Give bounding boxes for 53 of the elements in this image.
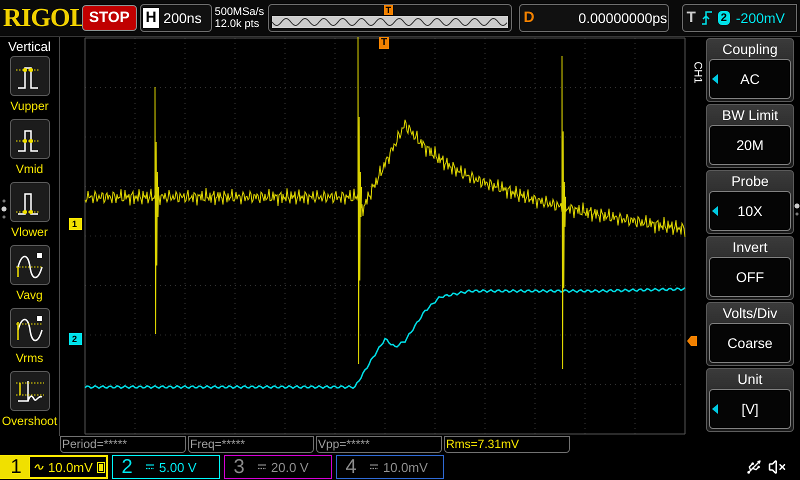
memory-depth: 12.0k pts bbox=[214, 18, 260, 30]
channel-marker[interactable]: 2 bbox=[69, 333, 82, 346]
delay-label: D bbox=[524, 8, 534, 28]
channel-status[interactable]: 1 10.0mV bbox=[0, 455, 108, 480]
menu-softkey[interactable]: Unit [V] bbox=[706, 368, 794, 432]
dc-coupling-icon bbox=[257, 464, 267, 470]
menu-softkey[interactable]: Probe 10X bbox=[706, 170, 794, 234]
delay-value: 0.00000000ps bbox=[578, 8, 668, 28]
measurement-readout: Freq=***** bbox=[188, 436, 314, 454]
trigger-level-marker[interactable] bbox=[687, 336, 697, 346]
timebase-value: 200ns bbox=[163, 8, 202, 28]
measurement-readout: Vpp=***** bbox=[316, 436, 442, 454]
measure-item[interactable]: Vavg bbox=[0, 245, 60, 306]
menu-softkey[interactable]: Coupling AC bbox=[706, 38, 794, 102]
measure-item[interactable]: Overshoot bbox=[0, 371, 60, 432]
trigger-label: T bbox=[686, 8, 696, 28]
channel-scale: 20.0 V bbox=[271, 460, 309, 474]
measure-item[interactable]: Vrms bbox=[0, 308, 60, 368]
menu-softkey[interactable]: BW Limit 20M bbox=[706, 104, 794, 168]
channel-number: 3 bbox=[232, 456, 246, 478]
page-indicator-icon bbox=[1, 198, 7, 220]
run-stop-status[interactable]: STOP bbox=[82, 5, 137, 32]
dc-coupling-icon bbox=[369, 464, 379, 470]
menu-softkey[interactable]: Invert OFF bbox=[706, 236, 794, 300]
channel-scale: 10.0mV bbox=[383, 460, 428, 474]
measurement-readout: Rms=7.31mV bbox=[444, 436, 570, 454]
trigger-position-marker: T bbox=[384, 5, 394, 16]
menu-channel-label: CH1 bbox=[692, 62, 702, 84]
channel-scale: 10.0mV bbox=[48, 460, 93, 474]
channel-marker[interactable]: 1 bbox=[69, 218, 82, 230]
mute-icon[interactable] bbox=[768, 458, 786, 476]
measure-item[interactable]: Vlower bbox=[0, 182, 60, 242]
channel-number: 4 bbox=[344, 456, 358, 478]
sample-rate: 500MSa/s bbox=[214, 6, 265, 18]
trigger-level: -200mV bbox=[736, 8, 785, 28]
channel-status[interactable]: 4 10.0mV bbox=[336, 455, 444, 480]
horizontal-label: H bbox=[142, 8, 160, 28]
dc-coupling-icon bbox=[145, 464, 155, 470]
trigger-source: 2 bbox=[718, 11, 730, 26]
ac-coupling-icon bbox=[34, 463, 44, 472]
measurement-readout: Period=***** bbox=[60, 436, 186, 454]
channel-number: 2 bbox=[120, 456, 134, 478]
page-indicator-icon bbox=[794, 203, 800, 218]
channel-status[interactable]: 2 5.00 V bbox=[112, 455, 220, 480]
measure-item[interactable]: Vmid bbox=[0, 119, 60, 180]
measure-item[interactable]: Vupper bbox=[0, 56, 60, 116]
channel-number: 1 bbox=[2, 457, 30, 478]
menu-title: Vertical bbox=[8, 39, 51, 56]
trigger-marker[interactable]: T bbox=[379, 37, 390, 50]
channel-status[interactable]: 3 20.0 V bbox=[224, 455, 332, 480]
channel-scale: 5.00 V bbox=[159, 460, 197, 474]
menu-softkey[interactable]: Volts/Div Coarse bbox=[706, 302, 794, 366]
usb-icon bbox=[746, 459, 762, 476]
